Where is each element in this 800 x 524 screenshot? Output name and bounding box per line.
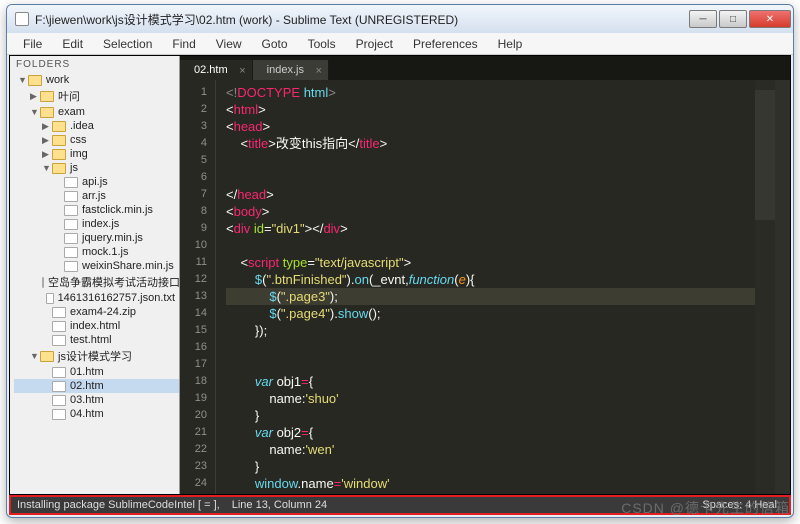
folder-item[interactable]: ▼js设计模式学习 (14, 347, 179, 365)
file-item[interactable]: weixinShare.min.js (14, 259, 179, 273)
file-item[interactable]: api.js (14, 175, 179, 189)
folder-tree: ▼work▶叶问▼exam▶.idea▶css▶img▼jsapi.jsarr.… (10, 73, 179, 421)
file-item[interactable]: index.html (14, 319, 179, 333)
menu-file[interactable]: File (15, 35, 50, 53)
menu-find[interactable]: Find (164, 35, 203, 53)
app-window: F:\jiewen\work\js设计模式学习\02.htm (work) - … (6, 4, 794, 518)
close-button[interactable]: ✕ (749, 10, 791, 28)
app-body: FOLDERS ▼work▶叶问▼exam▶.idea▶css▶img▼jsap… (9, 55, 791, 495)
file-item[interactable]: mock.1.js (14, 245, 179, 259)
tab[interactable]: index.js× (253, 60, 329, 80)
file-item[interactable]: 04.htm (14, 407, 179, 421)
folder-item[interactable]: ▼js (14, 161, 179, 175)
folder-item[interactable]: ▼exam (14, 105, 179, 119)
file-item[interactable]: exam4-24.zip (14, 305, 179, 319)
editor-pane: 02.htm×index.js× 12345678910111213141516… (180, 56, 790, 494)
file-item[interactable]: 1461316162757.json.txt (14, 291, 179, 305)
app-icon (15, 12, 29, 26)
file-item[interactable]: index.js (14, 217, 179, 231)
folder-item[interactable]: ▶img (14, 147, 179, 161)
menu-help[interactable]: Help (490, 35, 531, 53)
folder-item[interactable]: ▶css (14, 133, 179, 147)
menu-project[interactable]: Project (348, 35, 401, 53)
menu-goto[interactable]: Goto (254, 35, 296, 53)
file-item[interactable]: test.html (14, 333, 179, 347)
minimap-viewport[interactable] (755, 90, 775, 220)
status-right[interactable]: Spaces: 4 Heal (702, 499, 777, 511)
window-title: F:\jiewen\work\js设计模式学习\02.htm (work) - … (35, 11, 689, 28)
code-area[interactable]: 1234567891011121314151617181920212223242… (180, 80, 790, 494)
menu-view[interactable]: View (208, 35, 250, 53)
minimize-button[interactable]: ─ (689, 10, 717, 28)
folder-item[interactable]: ▶.idea (14, 119, 179, 133)
status-cursor-pos: Line 13, Column 24 (232, 499, 327, 511)
menu-tools[interactable]: Tools (300, 35, 344, 53)
scrollbar[interactable] (775, 80, 790, 494)
sidebar: FOLDERS ▼work▶叶问▼exam▶.idea▶css▶img▼jsap… (10, 56, 180, 494)
tab-close-icon[interactable]: × (239, 65, 245, 77)
folder-item[interactable]: ▼work (14, 73, 179, 87)
status-installing: Installing package SublimeCodeIntel [ = … (17, 499, 220, 511)
file-item[interactable]: 01.htm (14, 365, 179, 379)
titlebar[interactable]: F:\jiewen\work\js设计模式学习\02.htm (work) - … (7, 5, 793, 33)
menu-selection[interactable]: Selection (95, 35, 160, 53)
line-gutter: 1234567891011121314151617181920212223242… (180, 80, 216, 494)
file-item[interactable]: jquery.min.js (14, 231, 179, 245)
menu-edit[interactable]: Edit (54, 35, 91, 53)
menu-preferences[interactable]: Preferences (405, 35, 486, 53)
maximize-button[interactable]: □ (719, 10, 747, 28)
source-text[interactable]: <!DOCTYPE html><html><head> <title>改变thi… (216, 80, 755, 494)
folder-item[interactable]: ▶叶问 (14, 87, 179, 105)
sidebar-header: FOLDERS (10, 56, 179, 73)
file-item[interactable]: arr.js (14, 189, 179, 203)
status-bar: Installing package SublimeCodeIntel [ = … (9, 495, 791, 515)
tab-close-icon[interactable]: × (316, 65, 322, 77)
tab[interactable]: 02.htm× (180, 60, 253, 80)
file-item[interactable]: 空岛争霸模拟考试活动接口 (14, 273, 179, 291)
minimap[interactable] (755, 80, 775, 494)
menubar: FileEditSelectionFind ViewGotoToolsProjec… (7, 33, 793, 55)
tab-bar: 02.htm×index.js× (180, 56, 790, 80)
file-item[interactable]: fastclick.min.js (14, 203, 179, 217)
file-item[interactable]: 02.htm (14, 379, 179, 393)
window-controls: ─ □ ✕ (689, 10, 793, 28)
file-item[interactable]: 03.htm (14, 393, 179, 407)
